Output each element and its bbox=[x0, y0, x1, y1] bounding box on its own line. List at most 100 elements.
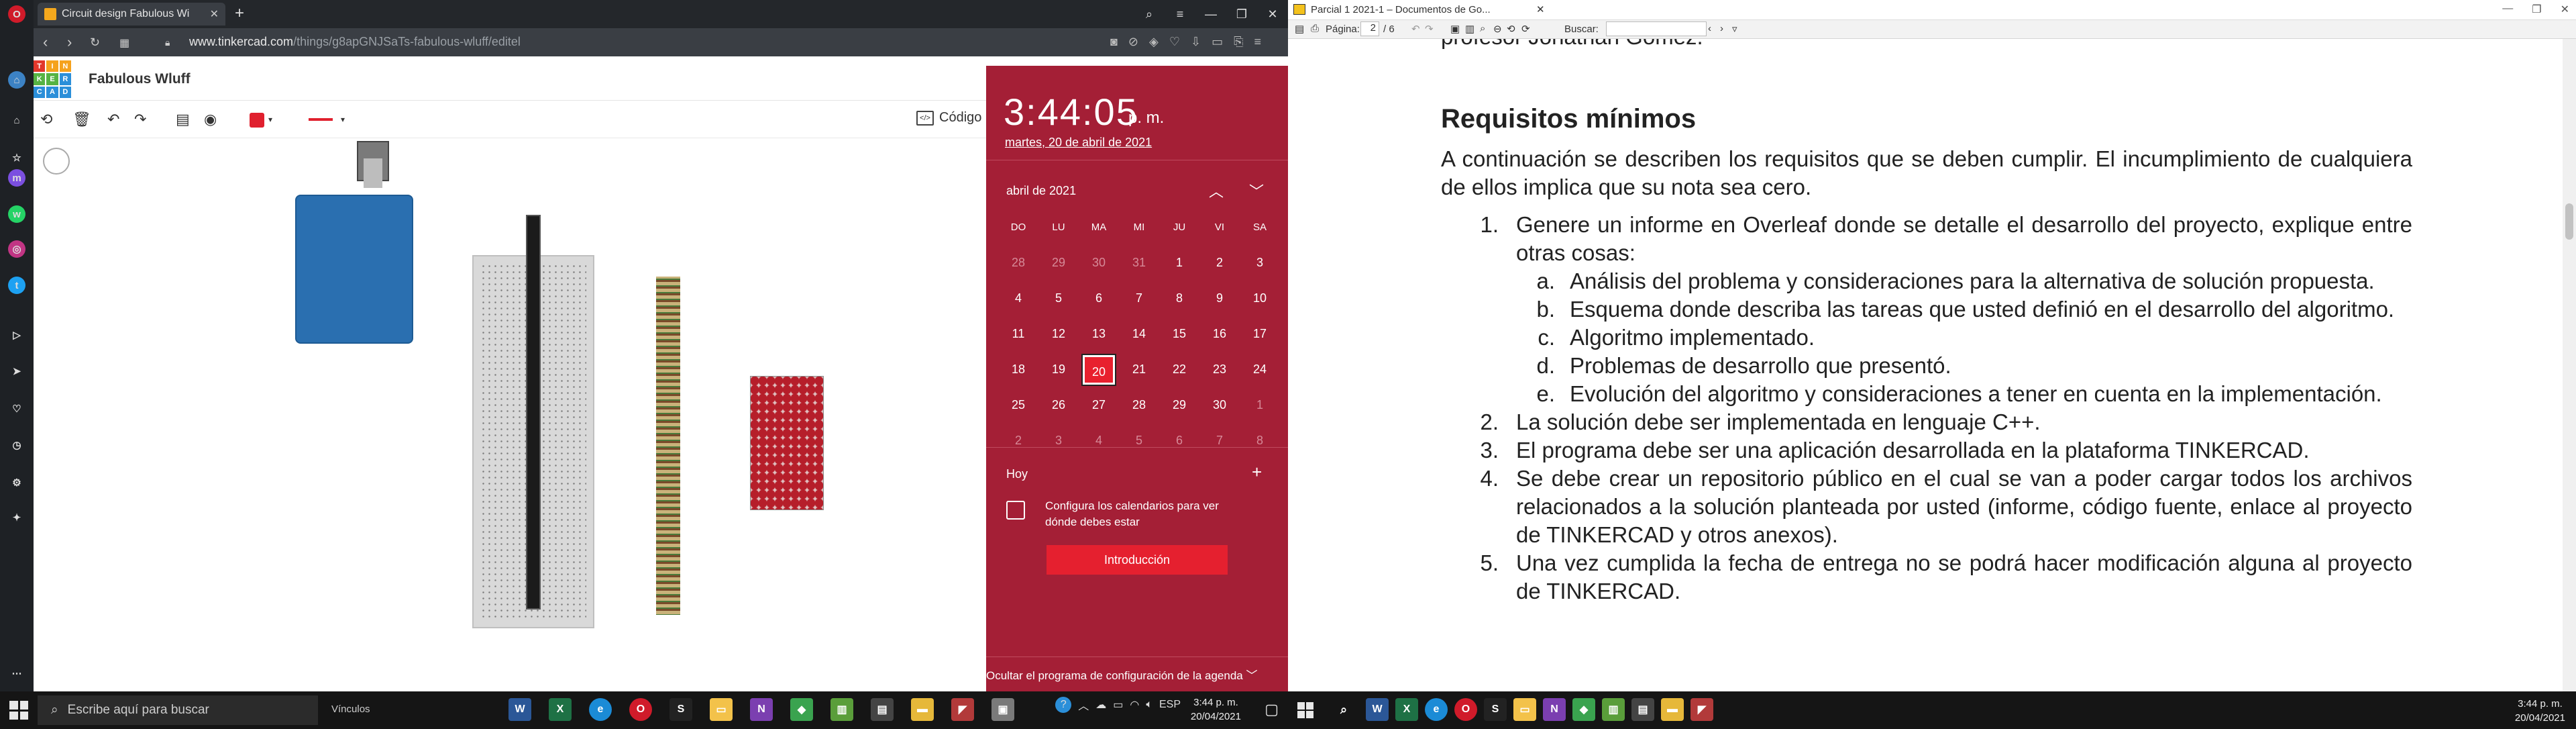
vpn-icon[interactable]: ⊘ bbox=[1128, 35, 1138, 49]
app-red-icon[interactable]: ◤ bbox=[1690, 698, 1713, 721]
opera-icon[interactable]: O bbox=[1454, 698, 1477, 721]
app-gallery-icon[interactable]: ▤ bbox=[871, 698, 894, 721]
menu-icon[interactable]: ≡ bbox=[1254, 35, 1261, 49]
calendar-day[interactable]: 13 bbox=[1079, 327, 1119, 341]
app-green-icon[interactable]: ◆ bbox=[1572, 698, 1595, 721]
home-icon[interactable]: ⌂ bbox=[8, 111, 25, 129]
calendar-day[interactable]: 18 bbox=[998, 362, 1038, 377]
ic-chip[interactable] bbox=[526, 215, 541, 610]
app-green-icon[interactable]: ◆ bbox=[790, 698, 813, 721]
camera-icon[interactable]: ◙ bbox=[1110, 35, 1118, 49]
search-prev-icon[interactable]: ‹ bbox=[1708, 23, 1711, 34]
fit-width-icon[interactable]: ▥ bbox=[1465, 23, 1474, 35]
excel-icon[interactable]: X bbox=[549, 698, 572, 721]
eye-icon[interactable]: ◉ bbox=[204, 109, 217, 130]
wire-style-icon[interactable] bbox=[309, 118, 333, 121]
zoom-icon[interactable]: ⌕ bbox=[1480, 23, 1485, 34]
player-icon[interactable]: ▷ bbox=[8, 326, 25, 344]
excel-icon[interactable]: X bbox=[1395, 698, 1418, 721]
calendar-day[interactable]: 2 bbox=[1199, 256, 1240, 270]
calendar-day[interactable]: 5 bbox=[1119, 434, 1159, 448]
chevron-down-icon[interactable]: ﹀ bbox=[1249, 180, 1264, 201]
calendar-day[interactable]: 30 bbox=[1199, 398, 1240, 412]
calendar-day[interactable]: 7 bbox=[1119, 291, 1159, 305]
chevron-up-icon[interactable]: ︿ bbox=[1078, 697, 1089, 713]
whatsapp-icon[interactable]: w bbox=[8, 205, 25, 223]
close-window-icon[interactable]: ✕ bbox=[2561, 3, 2569, 16]
send-icon[interactable]: ➤ bbox=[8, 362, 25, 380]
forward-icon[interactable]: › bbox=[67, 34, 72, 51]
edge-icon[interactable]: e bbox=[589, 698, 612, 721]
new-tab-icon[interactable]: + bbox=[235, 4, 244, 23]
calendar-day[interactable]: 4 bbox=[1079, 434, 1119, 448]
tab-close-icon[interactable]: ✕ bbox=[210, 7, 219, 21]
snapshot-icon[interactable]: ⎘ bbox=[1234, 35, 1243, 49]
redo-icon[interactable]: ↷ bbox=[134, 109, 146, 130]
calendar-day[interactable]: 28 bbox=[998, 256, 1038, 270]
calendar-day[interactable]: 30 bbox=[1079, 256, 1119, 270]
intro-button[interactable]: Introducción bbox=[1046, 545, 1228, 575]
calendar-day[interactable]: 8 bbox=[1159, 291, 1199, 305]
calendar-day[interactable]: 14 bbox=[1119, 327, 1159, 341]
app-chart-icon[interactable]: ▥ bbox=[830, 698, 853, 721]
scrollbar-thumb[interactable] bbox=[2565, 203, 2573, 240]
code-button[interactable]: </> Código bbox=[916, 110, 981, 126]
network-icon[interactable]: ▭ bbox=[1113, 698, 1123, 712]
reload-icon[interactable]: ↻ bbox=[90, 36, 100, 50]
word-icon[interactable]: W bbox=[1366, 698, 1389, 721]
calendar-day[interactable]: 6 bbox=[1079, 291, 1119, 305]
arduino-uno-board[interactable] bbox=[295, 195, 413, 344]
bulb-icon[interactable]: ✦ bbox=[8, 509, 25, 526]
history-icon[interactable]: ◷ bbox=[8, 436, 25, 454]
calendar-day[interactable]: 23 bbox=[1199, 362, 1240, 377]
calendar-month[interactable]: abril de 2021 bbox=[1006, 184, 1076, 198]
search-icon[interactable]: ⌕ bbox=[1332, 698, 1355, 721]
calendar-day[interactable]: 7 bbox=[1199, 434, 1240, 448]
edge-icon[interactable]: e bbox=[1425, 698, 1448, 721]
undo-icon[interactable]: ↶ bbox=[107, 109, 119, 130]
calendar-day[interactable]: 29 bbox=[1159, 398, 1199, 412]
prev-page-icon[interactable]: ↶ bbox=[1411, 23, 1420, 35]
settings-icon[interactable]: ⚙ bbox=[8, 474, 25, 491]
print-icon[interactable]: ⎙ bbox=[1311, 23, 1319, 34]
calendar-day[interactable]: 16 bbox=[1199, 327, 1240, 341]
calendar-day[interactable]: 28 bbox=[1119, 398, 1159, 412]
rotate-icon[interactable]: ⟲ bbox=[40, 109, 52, 130]
calendar-day[interactable]: 10 bbox=[1240, 291, 1280, 305]
minimize-icon[interactable]: — bbox=[1195, 0, 1226, 28]
calendar-day[interactable]: 11 bbox=[998, 327, 1038, 341]
word-icon[interactable]: W bbox=[508, 698, 531, 721]
calendar-day[interactable]: 5 bbox=[1038, 291, 1079, 305]
windows-start-icon[interactable] bbox=[1297, 702, 1313, 718]
speed-dial-icon[interactable]: ⌂ bbox=[8, 71, 25, 89]
volume-icon[interactable]: 🔈︎ bbox=[1146, 699, 1152, 711]
calendar-day[interactable]: 21 bbox=[1119, 362, 1159, 377]
calendar-day[interactable]: 9 bbox=[1199, 291, 1240, 305]
browser-search-icon[interactable]: ⌕ bbox=[1134, 0, 1165, 28]
calendar-day[interactable]: 3 bbox=[1038, 434, 1079, 448]
file-explorer-icon[interactable]: ▭ bbox=[1513, 698, 1536, 721]
zoom-out-icon[interactable]: ⊖ bbox=[1493, 23, 1502, 35]
taskbar-search[interactable]: ⌕ Escribe aquí para buscar bbox=[38, 695, 318, 725]
fit-page-icon[interactable]: ▣ bbox=[1450, 23, 1460, 35]
add-event-icon[interactable]: + bbox=[1252, 462, 1262, 483]
rotate-left-icon[interactable]: ⟲ bbox=[1507, 23, 1515, 35]
led-matrix[interactable] bbox=[750, 376, 824, 510]
calendar-day[interactable]: 3 bbox=[1240, 256, 1280, 270]
zoom-fit-icon[interactable] bbox=[43, 148, 70, 175]
rotate-right-icon[interactable]: ⟳ bbox=[1521, 23, 1530, 35]
onenote-icon[interactable]: N bbox=[1543, 698, 1566, 721]
windows-start-icon[interactable] bbox=[9, 701, 28, 720]
calendar-day[interactable]: 26 bbox=[1038, 398, 1079, 412]
taskbar-clock[interactable]: 3:44 p. m. 20/04/2021 bbox=[1191, 695, 1241, 724]
search-next-icon[interactable]: › bbox=[1720, 23, 1723, 34]
heart-icon[interactable]: ♡ bbox=[1169, 35, 1180, 49]
next-page-icon[interactable]: ↷ bbox=[1425, 23, 1434, 35]
cloud-icon[interactable]: ☁ bbox=[1095, 698, 1106, 712]
calendar-day[interactable]: 27 bbox=[1079, 398, 1119, 412]
minimize-icon[interactable]: — bbox=[2502, 3, 2513, 16]
calendar-day[interactable]: 24 bbox=[1240, 362, 1280, 377]
calendar-day[interactable]: 8 bbox=[1240, 434, 1280, 448]
search-input[interactable] bbox=[1606, 21, 1707, 36]
app-folder-icon[interactable]: ▬ bbox=[1661, 698, 1684, 721]
